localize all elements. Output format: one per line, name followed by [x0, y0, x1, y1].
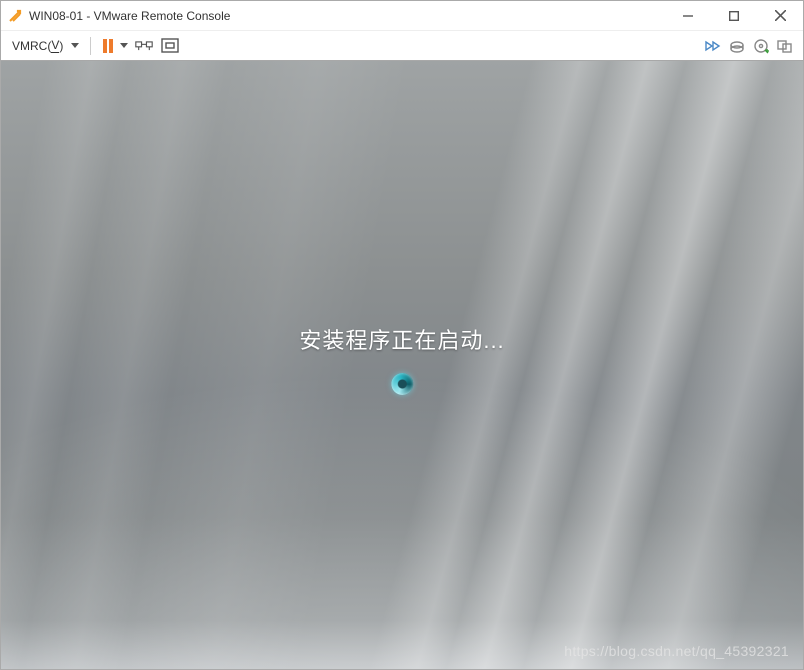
- chevron-down-icon: [119, 43, 129, 49]
- fast-forward-button[interactable]: [703, 38, 723, 54]
- spinner-icon: [391, 373, 413, 395]
- fullscreen-icon: [161, 38, 179, 54]
- maximize-button[interactable]: [711, 1, 757, 30]
- status-text: 安装程序正在启动...: [299, 323, 504, 355]
- vm-display[interactable]: 安装程序正在启动... https://blog.csdn.net/qq_453…: [1, 61, 803, 669]
- cd-icon: [753, 38, 769, 54]
- minimize-button[interactable]: [665, 1, 711, 30]
- disk-icon: [729, 39, 745, 53]
- app-window: WIN08-01 - VMware Remote Console VMRC(V): [0, 0, 804, 670]
- vmrc-menu-label: VMRC(V): [9, 36, 66, 55]
- fast-forward-icon: [705, 40, 721, 52]
- window-controls: [665, 1, 803, 30]
- devices-icon: [777, 39, 793, 53]
- power-control[interactable]: [101, 37, 129, 55]
- toolbar: VMRC(V): [1, 31, 803, 61]
- app-icon: [7, 8, 23, 24]
- devices-button[interactable]: [775, 37, 795, 55]
- pause-icon: [101, 37, 115, 55]
- fullscreen-button[interactable]: [159, 36, 181, 56]
- separator: [90, 37, 91, 55]
- send-cad-button[interactable]: [133, 36, 155, 56]
- send-cad-icon: [135, 38, 153, 54]
- titlebar: WIN08-01 - VMware Remote Console: [1, 1, 803, 31]
- watermark: https://blog.csdn.net/qq_45392321: [564, 643, 789, 659]
- boot-status: 安装程序正在启动...: [299, 323, 504, 395]
- disk-button[interactable]: [727, 37, 747, 55]
- close-button[interactable]: [757, 1, 803, 30]
- vmrc-menu[interactable]: VMRC(V): [9, 36, 80, 55]
- cd-button[interactable]: [751, 36, 771, 56]
- chevron-down-icon: [70, 43, 80, 49]
- window-title: WIN08-01 - VMware Remote Console: [29, 9, 665, 23]
